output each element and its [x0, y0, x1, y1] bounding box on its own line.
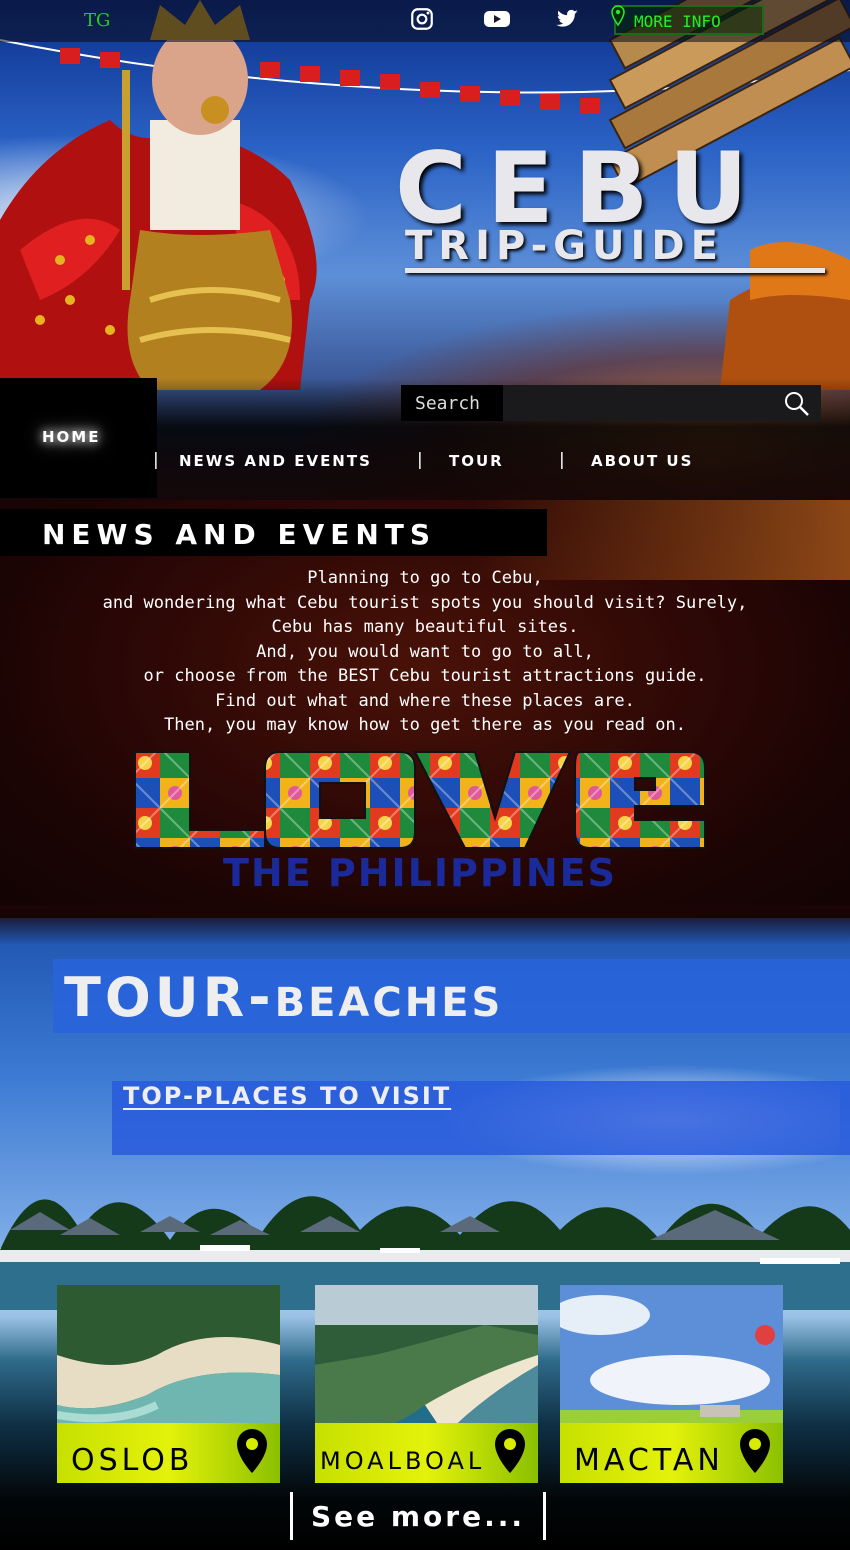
news-line: Find out what and where these places are…	[215, 690, 635, 711]
santo-nino-image	[0, 0, 317, 390]
news-title: NEWS AND EVENTS	[42, 518, 437, 551]
nav-separator: |	[559, 450, 565, 470]
news-line: Cebu has many beautiful sites.	[271, 617, 579, 637]
twitter-icon[interactable]	[554, 6, 580, 32]
nav-tour[interactable]: TOUR	[449, 452, 504, 470]
destination-card-moalboal[interactable]: MOALBOAL	[315, 1285, 538, 1483]
news-intro-text: Planning to go to Cebu, and wondering wh…	[0, 566, 850, 738]
tour-title-category: BEACHES	[274, 980, 504, 1026]
love-the-philippines-logo: THE PHILIPPINES	[134, 751, 706, 895]
map-pin-icon	[611, 5, 625, 27]
map-pin-icon	[740, 1429, 770, 1473]
more-info-button[interactable]: MORE INFO	[611, 5, 764, 35]
destination-card-mactan[interactable]: MACTAN	[560, 1285, 783, 1483]
youtube-icon[interactable]	[483, 6, 511, 32]
more-info-label: MORE INFO	[634, 12, 721, 31]
search-input[interactable]	[505, 389, 775, 417]
nav-about-us[interactable]: ABOUT US	[591, 452, 693, 470]
map-pin-icon	[495, 1429, 525, 1473]
nav-home[interactable]: HOME	[42, 428, 100, 446]
news-line: Planning to go to Cebu,	[307, 568, 543, 588]
site-logo[interactable]: CEBU TRIP-GUIDE	[395, 140, 835, 290]
tg-home-link[interactable]: TG	[84, 10, 110, 31]
news-line: or choose from the BEST Cebu tourist att…	[143, 666, 707, 686]
top-places-link[interactable]: TOP-PLACES TO VISIT	[123, 1082, 451, 1110]
nav-separator: |	[153, 450, 159, 470]
news-line: and wondering what Cebu tourist spots yo…	[102, 592, 748, 613]
tour-title-main: TOUR-	[64, 966, 275, 1029]
card-label: MACTAN	[574, 1443, 724, 1478]
search-icon[interactable]	[782, 389, 810, 417]
search-label: Search	[401, 385, 503, 421]
news-line: And, you would want to go to all,	[256, 641, 594, 662]
logo-subtitle: TRIP-GUIDE	[405, 223, 724, 269]
tour-title: TOUR-BEACHES	[64, 966, 503, 1029]
news-line: Then, you may know how to get there as y…	[164, 715, 686, 735]
nav-news-and-events[interactable]: NEWS AND EVENTS	[179, 452, 372, 470]
see-more-button[interactable]: See more...	[290, 1492, 546, 1540]
card-label: OSLOB	[71, 1443, 194, 1478]
nav-separator: |	[417, 450, 423, 470]
card-label: MOALBOAL	[320, 1447, 486, 1475]
instagram-icon[interactable]	[409, 6, 435, 32]
destination-card-oslob[interactable]: OSLOB	[57, 1285, 280, 1483]
love-banner-subtitle: THE PHILIPPINES	[223, 851, 617, 895]
map-pin-icon	[237, 1429, 267, 1473]
see-more-label: See more...	[310, 1500, 525, 1533]
